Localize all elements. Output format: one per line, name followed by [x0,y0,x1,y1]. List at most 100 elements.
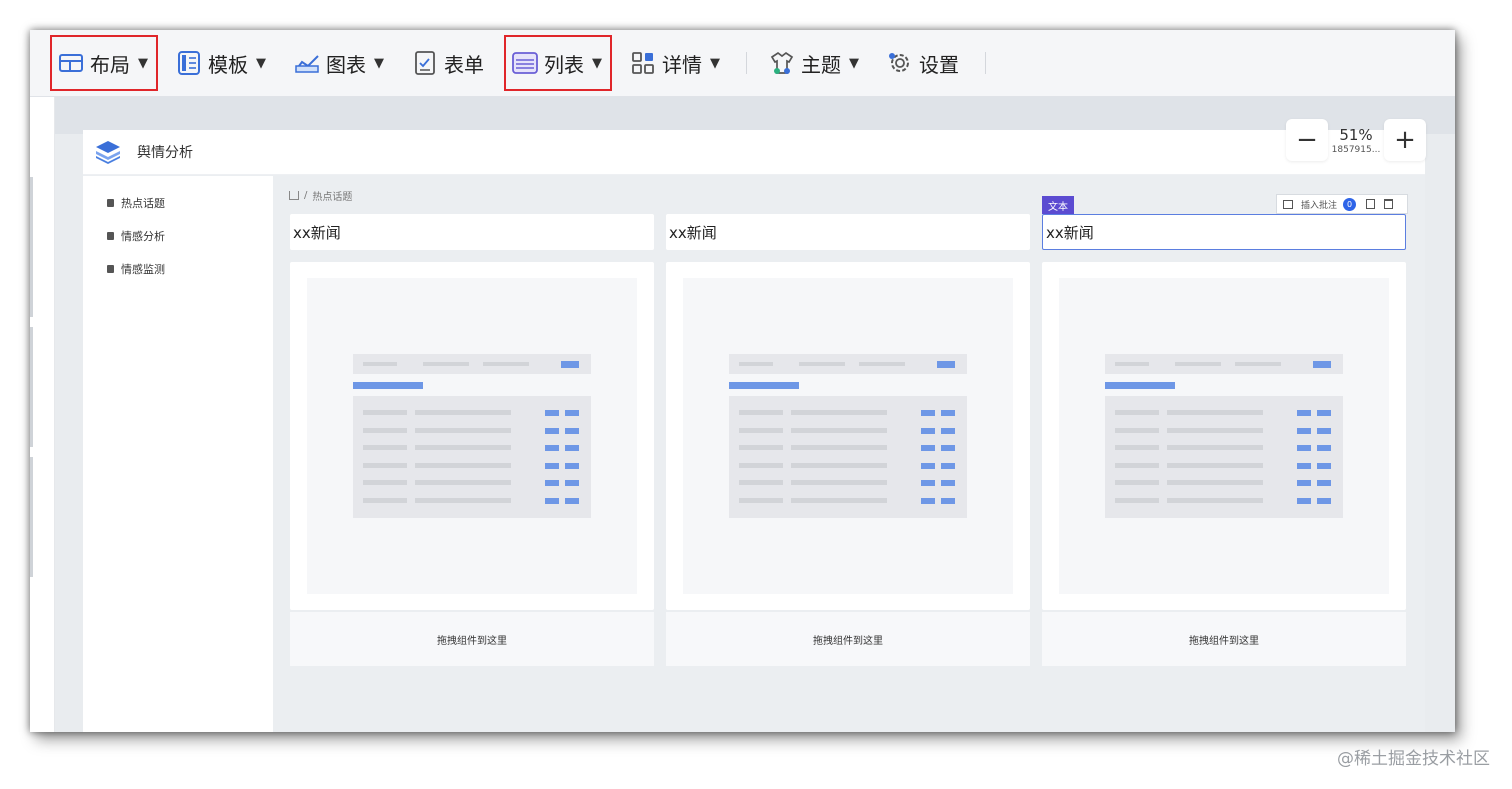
illustration-bar [1313,361,1331,368]
illustration-row [739,410,957,416]
zoom-out-button[interactable]: − [1286,119,1328,161]
toolbar-template-label: 模板 [208,52,248,77]
illustration-bar [1317,480,1331,486]
toolbar-detail-button[interactable]: 详情 ▼ [624,37,728,89]
toolbar-list-label: 列表 [544,52,584,77]
home-icon[interactable] [289,191,299,200]
illustration-bar [565,410,579,416]
sidebar-item-sentiment-analysis[interactable]: 情感分析 [83,219,273,252]
illustration-bar [363,462,407,468]
illustration-row [363,480,581,486]
detail-icon [630,50,656,76]
scroll-marker [30,327,33,447]
illustration-bar [1297,480,1311,486]
illustration-bar [565,462,579,469]
drop-zone[interactable]: 拖拽组件到这里 [1042,612,1406,666]
illustration-bar [1167,497,1263,503]
text-component[interactable]: xx新闻 [666,214,1030,250]
breadcrumb-current: 热点话题 [312,192,353,203]
zoom-percent: 51% [1339,125,1373,144]
illustration-bar [565,445,579,451]
toolbar-layout-button[interactable]: 布局 ▼ [50,35,158,91]
illustration-bar [859,362,905,366]
toolbar-divider [746,52,747,74]
illustration-row [363,497,581,504]
text-component-selected[interactable]: xx新闻 [1042,214,1406,250]
illustration-row [1115,410,1333,416]
illustration-bar [353,382,423,389]
illustration-bar [483,362,529,366]
illustration-bar [415,410,511,415]
chevron-down-icon: ▼ [374,55,384,71]
insert-comment-label[interactable]: 插入批注 [1301,198,1337,211]
illustration-bar [941,427,955,434]
text-component[interactable]: xx新闻 [290,214,654,250]
drop-zone[interactable]: 拖拽组件到这里 [666,612,1030,666]
illustration-bar [565,480,579,486]
illustration-bar [363,427,407,433]
illustration-row [739,445,957,451]
illustration-bar [415,497,511,503]
zoom-readout: 51% 1857915... [1328,119,1384,161]
chevron-down-icon: ▼ [138,55,148,71]
illustration-bar [545,462,559,469]
illustration-bar [921,480,935,486]
form-icon [412,50,438,76]
drop-zone[interactable]: 拖拽组件到这里 [290,612,654,666]
illustration-bar [941,462,955,469]
delete-icon[interactable] [1384,199,1394,209]
app-header: 舆情分析 [83,130,1425,175]
template-icon [176,50,202,76]
illustration-bar [1317,497,1331,504]
illustration-row [739,497,957,504]
illustration-bar [545,445,559,451]
list-placeholder-card[interactable] [290,262,654,610]
toolbar-template-button[interactable]: 模板 ▼ [170,37,274,89]
illustration-bar [1167,427,1263,433]
illustration-row [739,427,957,434]
illustration-header [353,354,591,374]
toolbar-divider [985,52,986,74]
copy-icon[interactable] [1366,199,1376,209]
toolbar-chart-button[interactable]: 图表 ▼ [288,37,392,89]
watermark: @稀土掘金技术社区 [1337,749,1490,769]
layout-icon [58,50,84,76]
illustration-bar [921,410,935,416]
illustration-bar [1297,427,1311,434]
list-preview [683,278,1013,594]
illustration-header [1105,354,1343,374]
chevron-down-icon: ▼ [256,55,266,71]
comment-count-badge: 0 [1343,197,1357,211]
toolbar-theme-button[interactable]: 主题 ▼ [763,37,867,89]
illustration-bar [739,410,783,415]
app-title: 舆情分析 [137,145,193,161]
illustration-bar [363,410,407,415]
sidebar-item-hot-topics[interactable]: 热点话题 [83,186,273,219]
list-placeholder-card[interactable] [666,262,1030,610]
list-preview [1059,278,1389,594]
zoom-in-button[interactable]: + [1384,119,1426,161]
illustration-bar [1115,362,1149,366]
illustration-bar [791,480,887,485]
toolbar-form-button[interactable]: 表单 [406,37,492,89]
illustration-bar [1115,410,1159,415]
top-toolbar: 布局 ▼ 模板 ▼ 图表 ▼ 表单 列表 ▼ 详情 ▼ 主题 ▼ 设置 [30,30,1455,97]
illustration-row [363,445,581,451]
toolbar-settings-button[interactable]: 设置 [881,37,967,89]
selected-component-badge: 文本 [1042,196,1074,214]
comment-icon[interactable] [1283,199,1293,209]
breadcrumb: / 热点话题 [289,188,352,203]
illustration-row [1115,462,1333,469]
illustration-bar [561,361,579,368]
illustration-bar [739,462,783,468]
sidebar-item-sentiment-monitor[interactable]: 情感监测 [83,252,273,285]
chevron-down-icon: ▼ [710,55,720,71]
illustration-row [363,427,581,434]
illustration-bar [739,445,783,450]
list-placeholder-card[interactable] [1042,262,1406,610]
illustration-bar [941,480,955,486]
illustration-bar [739,480,783,485]
breadcrumb-separator: / [304,190,308,201]
chevron-down-icon: ▼ [849,55,859,71]
toolbar-list-button[interactable]: 列表 ▼ [504,35,612,91]
